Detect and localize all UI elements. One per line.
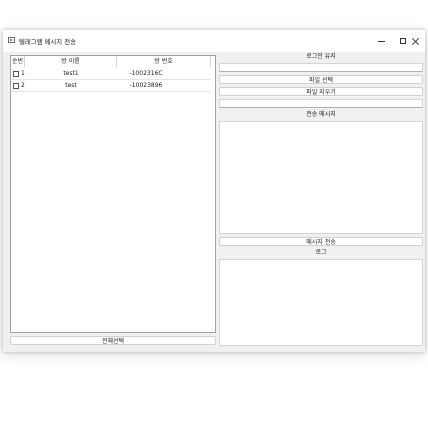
login-keep-field[interactable] bbox=[219, 63, 423, 72]
title-bar: 텔레그램 메시지 전송 bbox=[3, 30, 425, 52]
select-all-button[interactable]: 전체선택 bbox=[10, 336, 216, 345]
log-label: 로그 bbox=[315, 249, 327, 256]
log-textarea[interactable] bbox=[219, 259, 423, 346]
message-textarea[interactable] bbox=[219, 121, 423, 234]
main-window: 텔레그램 메시지 전송 순번 방 이름 방 번호 1 test1 -100231… bbox=[3, 30, 425, 352]
room-name-cell: test bbox=[65, 82, 77, 89]
room-id-cell: -10023896 bbox=[129, 82, 163, 89]
app-icon bbox=[8, 37, 15, 43]
table-header: 순번 방 이름 방 번호 bbox=[11, 56, 211, 67]
file-clear-button[interactable]: 파일 지우기 bbox=[219, 87, 423, 96]
message-label: 전송 메시지 bbox=[306, 111, 336, 118]
minimize-icon[interactable] bbox=[371, 30, 393, 52]
file-select-button[interactable]: 파일 선택 bbox=[219, 75, 423, 84]
file-path-field[interactable] bbox=[219, 99, 423, 108]
room-name-cell: test1 bbox=[63, 70, 79, 77]
column-header-room-name[interactable]: 방 이름 bbox=[25, 56, 117, 67]
table-row[interactable]: 1 test1 -1002316C bbox=[11, 68, 211, 80]
login-keep-label: 로그인 유지 bbox=[306, 53, 336, 60]
room-id-cell: -1002316C bbox=[129, 70, 163, 77]
column-header-index[interactable]: 순번 bbox=[11, 56, 25, 67]
window-title: 텔레그램 메시지 전송 bbox=[19, 38, 76, 46]
table-row[interactable]: 2 test -10023896 bbox=[11, 80, 211, 92]
row-checkbox[interactable] bbox=[13, 71, 19, 77]
send-message-button[interactable]: 메시지 전송 bbox=[219, 237, 423, 246]
column-header-room-id[interactable]: 방 번호 bbox=[117, 56, 211, 67]
room-table: 순번 방 이름 방 번호 1 test1 -1002316C 2 test -1… bbox=[10, 55, 216, 333]
close-icon[interactable] bbox=[409, 30, 425, 52]
row-checkbox[interactable] bbox=[13, 83, 19, 89]
